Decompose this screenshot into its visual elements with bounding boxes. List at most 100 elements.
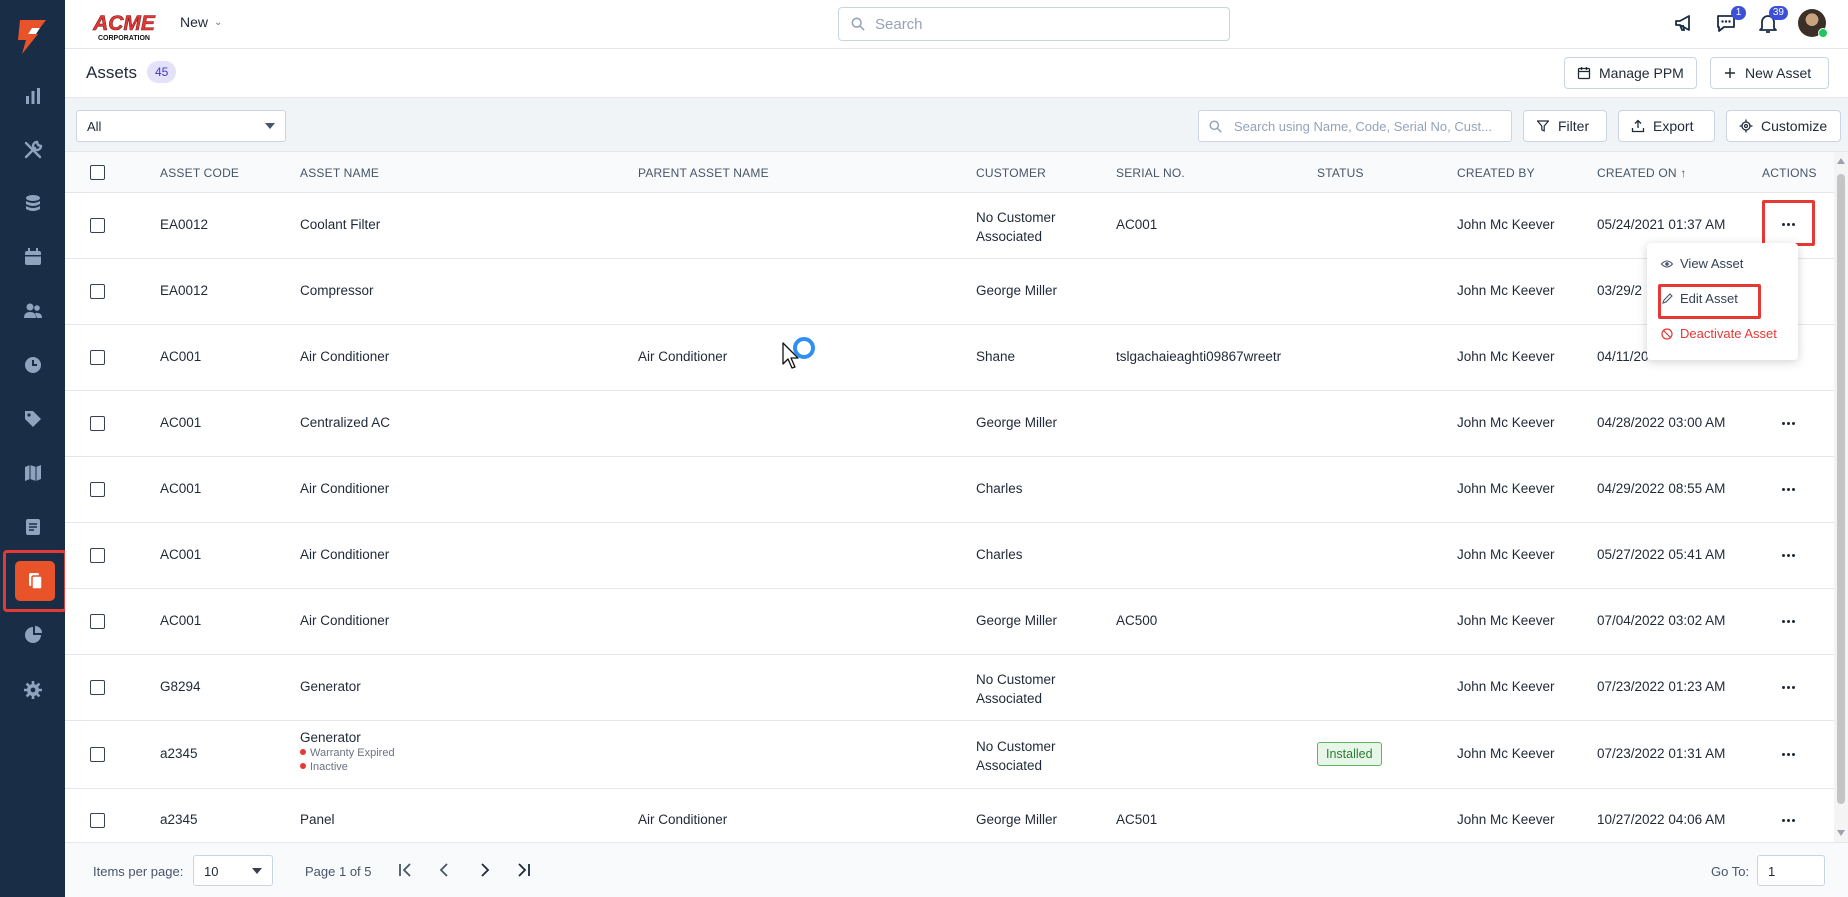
sidebar-item-settings[interactable] <box>8 665 57 715</box>
select-all-checkbox[interactable] <box>90 165 105 180</box>
user-avatar[interactable] <box>1798 9 1828 38</box>
new-dropdown[interactable]: New ⌄ <box>180 14 222 30</box>
row-checkbox[interactable] <box>90 218 105 233</box>
sidebar-item-inventory[interactable] <box>8 178 57 228</box>
previous-page-button[interactable] <box>434 859 456 881</box>
table-scrollbar[interactable] <box>1834 152 1848 842</box>
cell-asset-name[interactable]: Air Conditioner <box>300 349 389 364</box>
table-row[interactable]: AC001 Air Conditioner Air Conditioner Sh… <box>65 325 1834 391</box>
scroll-up-arrow-icon[interactable] <box>1837 158 1845 164</box>
last-page-button[interactable] <box>513 859 535 881</box>
table-row[interactable]: a2345 Generator Warranty Expired Inactiv… <box>65 721 1834 789</box>
cell-parent-asset[interactable]: Air Conditioner <box>638 349 727 364</box>
sidebar-item-tags[interactable] <box>8 394 57 444</box>
clock-icon <box>24 357 41 373</box>
cell-created-by: John Mc Keever <box>1457 812 1555 827</box>
chat-button[interactable]: 1 <box>1714 6 1746 38</box>
row-actions-button[interactable] <box>1777 547 1799 563</box>
cell-asset-name[interactable]: Panel <box>300 812 335 827</box>
cell-asset-name[interactable]: Coolant Filter <box>300 217 380 232</box>
tools-icon <box>24 140 42 159</box>
table-row[interactable]: AC001 Air Conditioner Charles John Mc Ke… <box>65 523 1834 589</box>
cell-created-on: 07/23/2022 01:23 AM <box>1597 679 1726 694</box>
cell-created-by: John Mc Keever <box>1457 349 1555 364</box>
row-actions-button[interactable] <box>1777 679 1799 695</box>
sidebar-item-reports[interactable] <box>8 502 57 552</box>
sidebar-item-dashboard[interactable] <box>8 71 57 121</box>
cell-asset-name[interactable]: Generator Warranty Expired Inactive <box>300 730 395 773</box>
brand-logo[interactable]: ACME CORPORATION <box>87 10 161 42</box>
column-header-status[interactable]: STATUS <box>1317 166 1364 180</box>
sidebar-item-time[interactable] <box>8 340 57 390</box>
items-per-page-select[interactable]: 10 <box>193 855 273 886</box>
app-logo-icon[interactable] <box>14 16 52 56</box>
notifications-button[interactable]: 39 <box>1756 6 1788 38</box>
table-row[interactable]: EA0012 Compressor George Miller John Mc … <box>65 259 1834 325</box>
cell-asset-name[interactable]: Air Conditioner <box>300 547 389 562</box>
sidebar-item-work-orders[interactable] <box>8 125 57 175</box>
sidebar-item-analytics[interactable] <box>8 610 57 660</box>
table-row[interactable]: AC001 Air Conditioner George Miller AC50… <box>65 589 1834 655</box>
row-actions-button[interactable] <box>1777 746 1799 762</box>
cell-parent-asset[interactable]: Air Conditioner <box>638 812 727 827</box>
row-checkbox[interactable] <box>90 416 105 431</box>
scroll-down-arrow-icon[interactable] <box>1837 830 1845 836</box>
view-select[interactable]: All <box>76 110 286 142</box>
column-header-asset-code[interactable]: ASSET CODE <box>160 166 239 180</box>
row-checkbox[interactable] <box>90 813 105 828</box>
column-header-customer[interactable]: CUSTOMER <box>976 166 1046 180</box>
cell-asset-name[interactable]: Air Conditioner <box>300 481 389 496</box>
cell-asset-name[interactable]: Compressor <box>300 283 374 298</box>
row-actions-button[interactable] <box>1777 812 1799 828</box>
row-checkbox[interactable] <box>90 548 105 563</box>
first-page-button[interactable] <box>394 859 416 881</box>
manage-ppm-button[interactable]: Manage PPM <box>1564 57 1697 89</box>
table-row[interactable]: G8294 Generator No Customer Associated Jo… <box>65 655 1834 721</box>
cell-customer: Charles <box>976 547 1023 562</box>
goto-page-input[interactable]: 1 <box>1757 855 1825 886</box>
cell-asset-name[interactable]: Centralized AC <box>300 415 390 430</box>
new-asset-button[interactable]: New Asset <box>1710 57 1829 89</box>
table-row[interactable]: EA0012 Coolant Filter No Customer Associa… <box>65 193 1834 259</box>
scrollbar-thumb[interactable] <box>1837 174 1845 804</box>
sidebar-item-map[interactable] <box>8 448 57 498</box>
column-header-created-on[interactable]: CREATED ON ↑ <box>1597 166 1687 180</box>
filter-button[interactable]: Filter <box>1523 110 1607 142</box>
cell-created-by: John Mc Keever <box>1457 679 1555 694</box>
cell-asset-name[interactable]: Air Conditioner <box>300 613 389 628</box>
customer-line1: No Customer <box>976 672 1056 687</box>
row-checkbox[interactable] <box>90 350 105 365</box>
row-actions-button[interactable] <box>1777 216 1799 232</box>
column-header-parent-asset[interactable]: PARENT ASSET NAME <box>638 166 769 180</box>
table-row[interactable]: a2345 Panel Air Conditioner George Mille… <box>65 789 1834 842</box>
sidebar-item-users[interactable] <box>8 286 57 336</box>
sidebar-item-calendar[interactable] <box>8 232 57 282</box>
export-label: Export <box>1653 118 1694 134</box>
customize-button[interactable]: Customize <box>1726 110 1841 142</box>
row-checkbox[interactable] <box>90 747 105 762</box>
sidebar-item-assets[interactable] <box>3 550 67 612</box>
table-row[interactable]: AC001 Centralized AC George Miller John … <box>65 391 1834 457</box>
row-actions-button[interactable] <box>1777 613 1799 629</box>
global-search-input[interactable]: Search <box>838 7 1230 41</box>
table-search-input[interactable]: Search using Name, Code, Serial No, Cust… <box>1198 110 1512 142</box>
row-actions-button[interactable] <box>1777 481 1799 497</box>
assets-nav-button[interactable] <box>15 561 55 601</box>
row-checkbox[interactable] <box>90 614 105 629</box>
column-header-asset-name[interactable]: ASSET NAME <box>300 166 379 180</box>
export-button[interactable]: Export <box>1618 110 1715 142</box>
next-page-button[interactable] <box>473 859 495 881</box>
cell-asset-name[interactable]: Generator <box>300 679 361 694</box>
table-row[interactable]: AC001 Air Conditioner Charles John Mc Ke… <box>65 457 1834 523</box>
column-header-serial-no[interactable]: SERIAL NO. <box>1116 166 1185 180</box>
row-checkbox[interactable] <box>90 482 105 497</box>
users-icon <box>23 303 42 318</box>
menu-item-view-asset[interactable]: View Asset <box>1661 256 1743 271</box>
row-checkbox[interactable] <box>90 680 105 695</box>
row-checkbox[interactable] <box>90 284 105 299</box>
announcements-button[interactable] <box>1672 8 1696 38</box>
menu-item-deactivate-asset[interactable]: Deactivate Asset <box>1661 326 1777 341</box>
cell-customer: Shane <box>976 349 1016 364</box>
column-header-created-by[interactable]: CREATED BY <box>1457 166 1535 180</box>
row-actions-button[interactable] <box>1777 415 1799 431</box>
